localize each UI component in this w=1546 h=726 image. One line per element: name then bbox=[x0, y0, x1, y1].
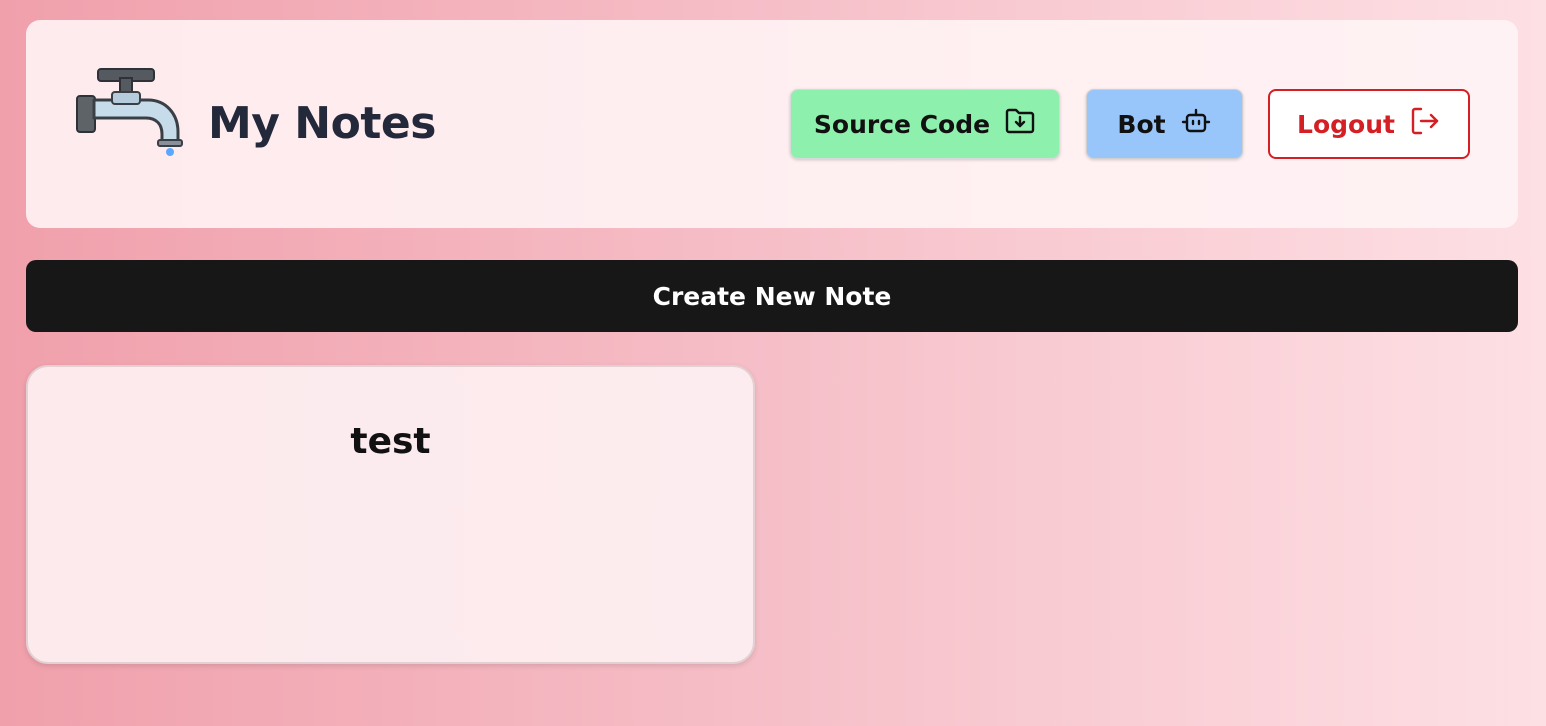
source-code-label: Source Code bbox=[813, 109, 991, 139]
source-code-button[interactable]: Source Code bbox=[790, 89, 1060, 159]
bot-button[interactable]: Bot bbox=[1086, 89, 1243, 159]
logout-arrow-icon bbox=[1409, 105, 1441, 143]
create-new-note-label: Create New Note bbox=[652, 281, 892, 311]
note-title: test bbox=[350, 421, 431, 462]
logout-button[interactable]: Logout bbox=[1268, 89, 1470, 159]
create-new-note-button[interactable]: Create New Note bbox=[26, 260, 1518, 332]
bot-label: Bot bbox=[1117, 109, 1166, 139]
app-header: My Notes Source Code Bot Logout bbox=[26, 20, 1518, 228]
note-card[interactable]: test bbox=[26, 365, 755, 664]
folder-download-icon bbox=[1004, 105, 1036, 143]
app-title: My Notes bbox=[208, 98, 436, 149]
logout-label: Logout bbox=[1297, 109, 1395, 139]
robot-icon bbox=[1180, 105, 1212, 143]
water-faucet-icon bbox=[74, 66, 186, 158]
